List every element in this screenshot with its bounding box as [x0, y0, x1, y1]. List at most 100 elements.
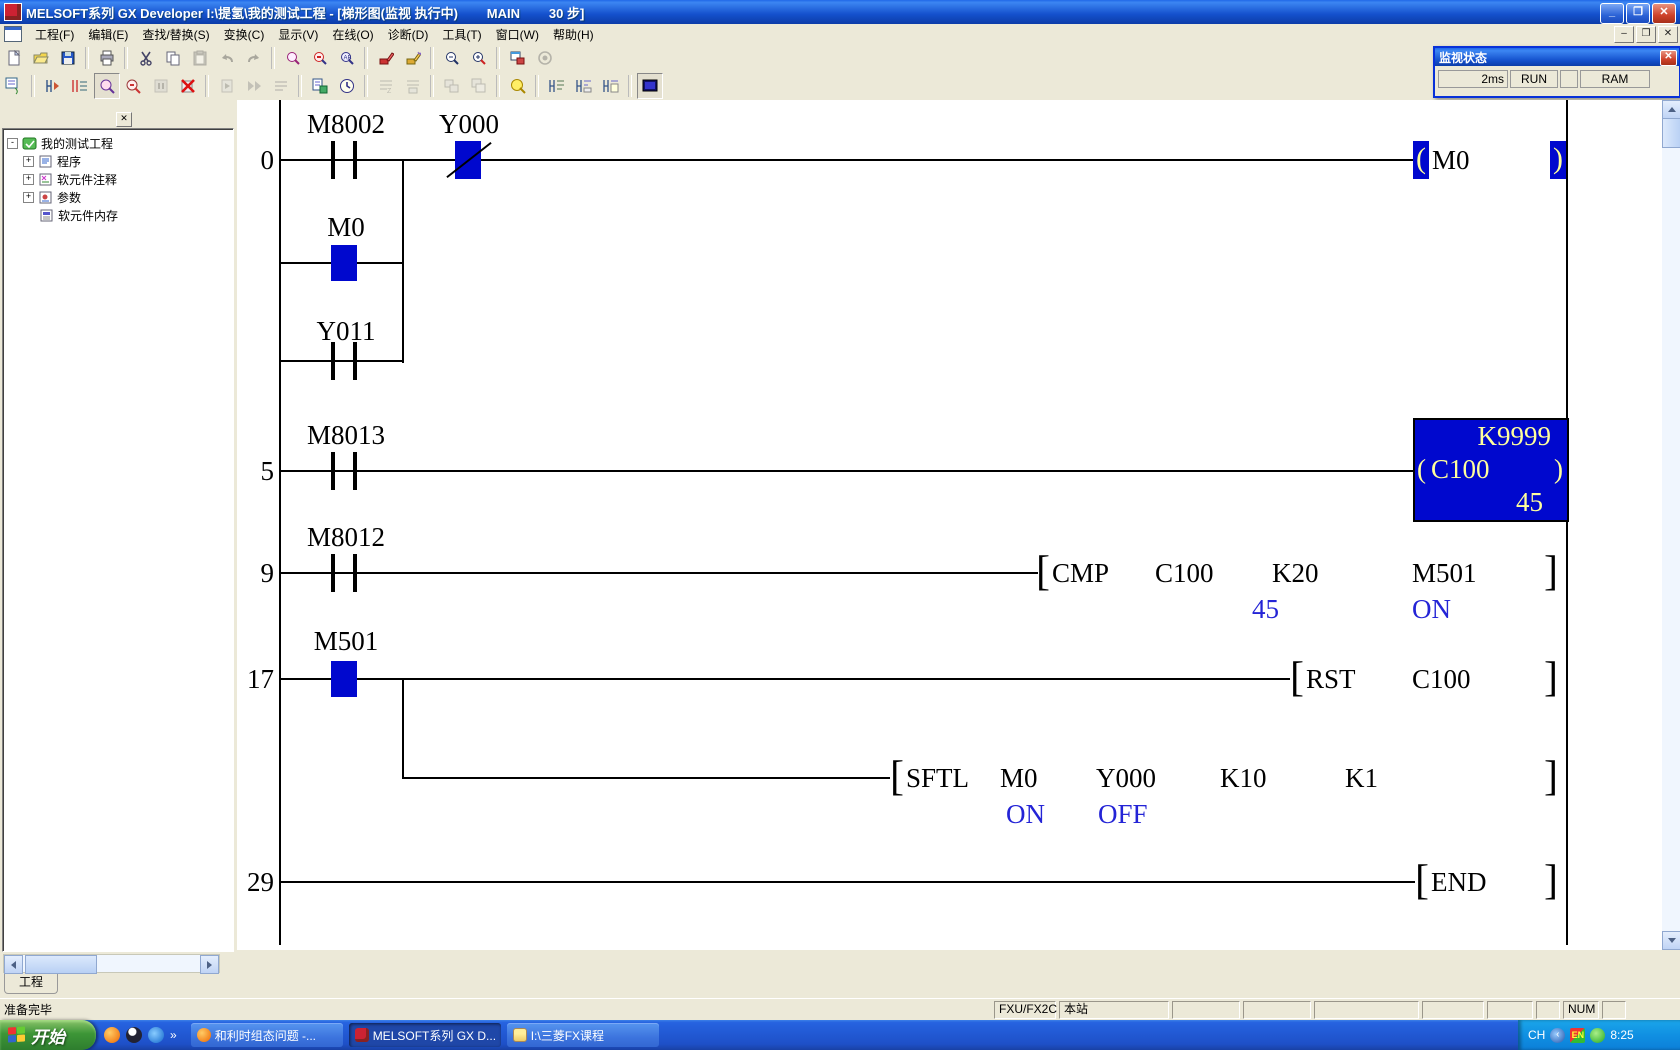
close-button[interactable]: ✕: [1652, 3, 1676, 24]
statement-display-icon[interactable]: [571, 73, 597, 99]
write-mode-icon[interactable]: [373, 45, 399, 71]
scroll-left-icon[interactable]: [4, 955, 23, 974]
comment-display-icon[interactable]: [544, 73, 570, 99]
expand-icon[interactable]: +: [23, 174, 34, 185]
insert-mode-icon[interactable]: [400, 45, 426, 71]
scrollbar-thumb[interactable]: [25, 955, 97, 974]
firefox-icon[interactable]: [104, 1027, 120, 1043]
zoom-in-icon[interactable]: [466, 45, 492, 71]
monitor-mode-icon[interactable]: [94, 73, 120, 99]
ie-icon[interactable]: [148, 1027, 164, 1043]
title-bar[interactable]: MELSOFT系列 GX Developer I:\提氢\我的测试工程 - [梯…: [0, 0, 1680, 24]
ime-icon[interactable]: EN: [1570, 1028, 1585, 1043]
task-gx-developer[interactable]: MELSOFT系列 GX D...: [349, 1023, 501, 1047]
paste-icon[interactable]: [187, 45, 213, 71]
cascade-window-icon[interactable]: [466, 73, 492, 99]
statement-icon[interactable]: Z: [373, 73, 399, 99]
minimize-button[interactable]: _: [1600, 3, 1624, 24]
ladder-vertical-scrollbar[interactable]: [1662, 100, 1680, 950]
menu-window[interactable]: 窗口(W): [489, 24, 546, 45]
no-contact-m8013[interactable]: [331, 452, 357, 490]
monitor-write-icon[interactable]: [121, 73, 147, 99]
program-check-icon[interactable]: [307, 73, 333, 99]
no-contact-m0-energized[interactable]: [331, 245, 357, 281]
child-minimize-button[interactable]: –: [1614, 26, 1634, 43]
child-restore-button[interactable]: ❐: [1636, 26, 1656, 43]
scroll-right-icon[interactable]: [200, 955, 219, 974]
ladder-symbol-icon[interactable]: [1, 73, 27, 99]
collapse-icon[interactable]: -: [7, 138, 18, 149]
tree-node-parameter[interactable]: + 参数: [23, 189, 81, 205]
sampling-trace-icon[interactable]: [334, 73, 360, 99]
ladder-editor[interactable]: [237, 100, 1662, 950]
redo-icon[interactable]: [241, 45, 267, 71]
scroll-down-icon[interactable]: [1662, 931, 1680, 950]
tree-node-device-memory[interactable]: 软元件内存: [39, 207, 118, 223]
menu-project[interactable]: 工程(F): [28, 24, 81, 45]
task-explorer-folder[interactable]: I:\三菱FX课程: [507, 1023, 659, 1047]
find-icon[interactable]: [280, 45, 306, 71]
language-bar-icon[interactable]: ‹: [1550, 1028, 1565, 1043]
monitor-close-icon[interactable]: ✕: [1660, 50, 1677, 66]
no-contact-y011[interactable]: [331, 342, 357, 380]
device-batch-icon[interactable]: [67, 73, 93, 99]
tree-node-root[interactable]: - 我的测试工程: [7, 135, 113, 151]
find-device-icon[interactable]: [307, 45, 333, 71]
copy-icon[interactable]: [160, 45, 186, 71]
qq-icon[interactable]: [126, 1027, 142, 1043]
menu-diagnostics[interactable]: 诊断(D): [381, 24, 436, 45]
chevron-icon[interactable]: »: [170, 1028, 177, 1042]
menu-tools[interactable]: 工具(T): [435, 24, 488, 45]
scrollbar-thumb[interactable]: [1662, 118, 1680, 148]
project-data-list-icon[interactable]: [505, 45, 531, 71]
menu-convert[interactable]: 变换(C): [217, 24, 272, 45]
tile-window-icon[interactable]: [439, 73, 465, 99]
monitor-status-window[interactable]: 监视状态 ✕ 2ms RUN RAM: [1433, 46, 1680, 98]
screen-color-icon[interactable]: [637, 73, 663, 99]
counter-coil-c100[interactable]: K9999 ( C100 ) 45: [1413, 418, 1569, 522]
menu-view[interactable]: 显示(V): [271, 24, 325, 45]
project-tab[interactable]: 工程: [4, 974, 58, 994]
coil-open-energized[interactable]: (: [1413, 141, 1429, 179]
child-close-button[interactable]: ✕: [1658, 26, 1678, 43]
new-file-icon[interactable]: [1, 45, 27, 71]
comment-search-icon[interactable]: [505, 73, 531, 99]
coil-close-energized[interactable]: ): [1550, 141, 1566, 179]
monitor-status-titlebar[interactable]: 监视状态 ✕: [1435, 48, 1679, 66]
note-display-icon[interactable]: [598, 73, 624, 99]
scroll-up-icon[interactable]: [1662, 100, 1680, 119]
tree-node-device-comment[interactable]: + 软元件注释: [23, 171, 117, 187]
project-tree[interactable]: - 我的测试工程 + 程序 + 软元件注释 + 参数 软元件内存: [2, 128, 234, 952]
menu-find-replace[interactable]: 查找/替换(S): [135, 24, 216, 45]
menu-help[interactable]: 帮助(H): [546, 24, 601, 45]
project-panel-close-icon[interactable]: ✕: [116, 112, 132, 127]
tree-node-program[interactable]: + 程序: [23, 153, 81, 169]
no-contact-m8012[interactable]: [331, 554, 357, 592]
menu-edit[interactable]: 编辑(E): [81, 24, 135, 45]
expand-icon[interactable]: +: [23, 192, 34, 203]
step-run-icon[interactable]: [214, 73, 240, 99]
expand-icon[interactable]: +: [23, 156, 34, 167]
device-test-icon[interactable]: [40, 73, 66, 99]
no-contact-m501-energized[interactable]: [331, 661, 357, 697]
pause-monitor-icon[interactable]: [148, 73, 174, 99]
maximize-button[interactable]: ❐: [1626, 3, 1650, 24]
undo-icon[interactable]: [214, 45, 240, 71]
menu-online[interactable]: 在线(O): [325, 24, 380, 45]
partial-run-icon[interactable]: [268, 73, 294, 99]
macro-icon[interactable]: [532, 45, 558, 71]
mdi-child-icon[interactable]: [4, 26, 22, 42]
security-shield-icon[interactable]: [1590, 1028, 1605, 1043]
task-firefox[interactable]: 和利时组态问题 -...: [191, 1023, 343, 1047]
cut-icon[interactable]: [133, 45, 159, 71]
stop-monitor-icon[interactable]: [175, 73, 201, 99]
note-icon[interactable]: [400, 73, 426, 99]
zoom-out-icon[interactable]: [439, 45, 465, 71]
language-indicator[interactable]: CH: [1528, 1028, 1545, 1042]
print-icon[interactable]: [94, 45, 120, 71]
skip-icon[interactable]: [241, 73, 267, 99]
tree-horizontal-scrollbar[interactable]: [3, 954, 220, 973]
find-string-icon[interactable]: AB: [334, 45, 360, 71]
start-button[interactable]: 开始: [0, 1020, 96, 1050]
open-project-icon[interactable]: [28, 45, 54, 71]
